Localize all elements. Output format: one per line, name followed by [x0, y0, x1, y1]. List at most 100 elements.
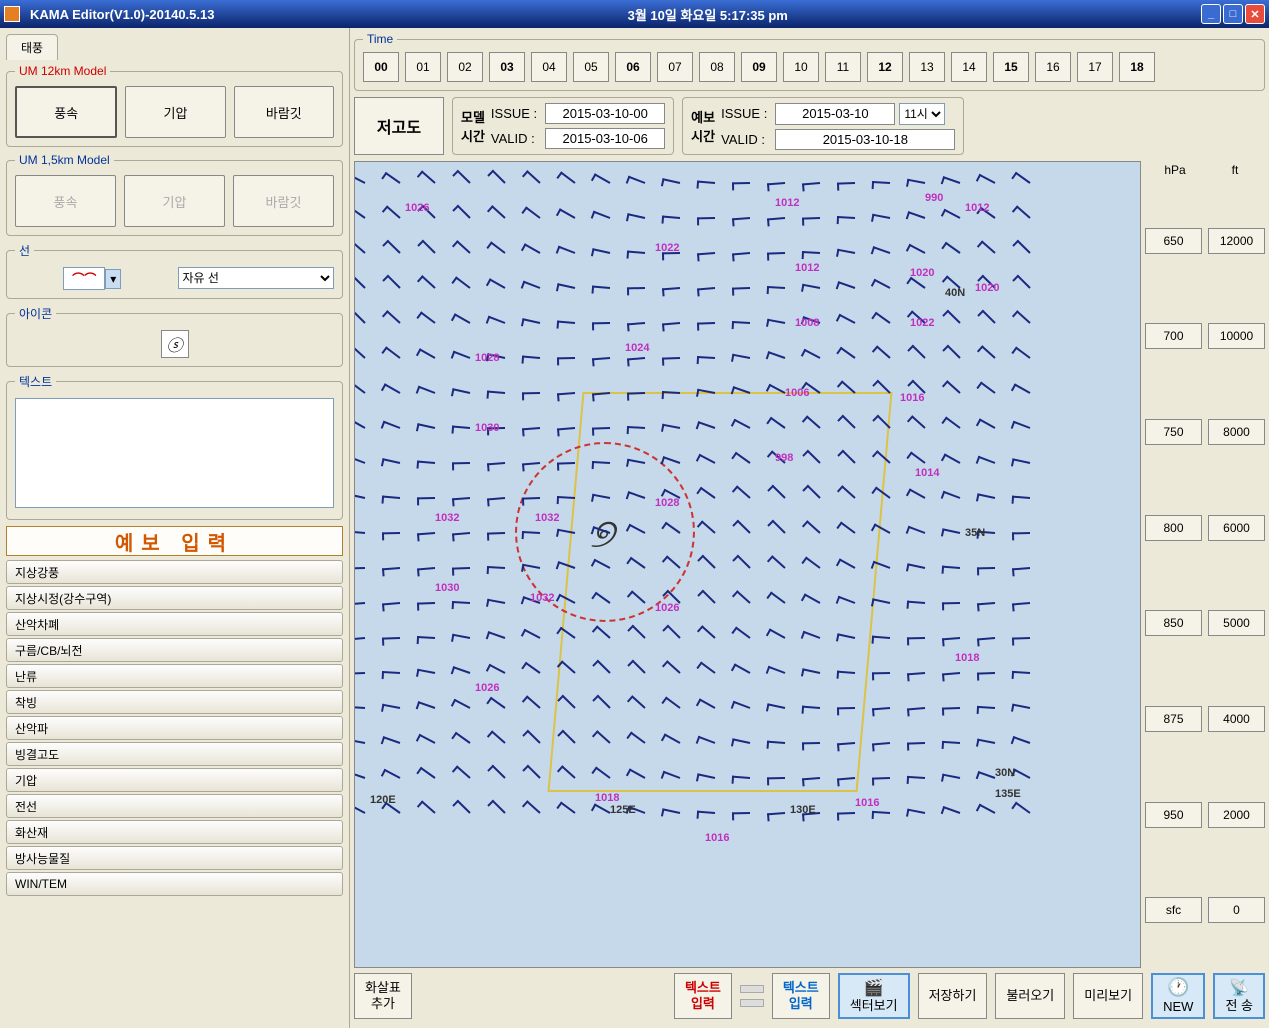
wind-barb: [942, 602, 960, 604]
wind-barb: [488, 316, 506, 324]
wind-barb: [802, 251, 820, 254]
line-symbol-select[interactable]: ⌒⌒: [63, 267, 105, 290]
sidebar-item-8[interactable]: 기압: [6, 768, 343, 792]
hpa-button-1[interactable]: 700: [1145, 323, 1202, 349]
hpa-button-6[interactable]: 950: [1145, 802, 1202, 828]
wind-barb: [732, 321, 750, 324]
wind-barb: [942, 637, 960, 640]
wind-barb: [593, 211, 611, 219]
fcst-hour-select[interactable]: 11시: [899, 103, 945, 125]
lon-label: 120E: [370, 794, 396, 806]
close-button[interactable]: ✕: [1245, 4, 1265, 24]
sector-view-button[interactable]: 🎬 섹터보기: [838, 973, 910, 1019]
send-button[interactable]: 📡 전 송: [1213, 973, 1265, 1019]
wind-barb: [421, 170, 436, 183]
btn-windbarb-15[interactable]: 바람깃: [233, 175, 334, 227]
arrow-add-button[interactable]: 화살표 추가: [354, 973, 412, 1019]
hpa-button-5[interactable]: 875: [1145, 706, 1202, 732]
fcst-issue-value: 2015-03-10: [775, 103, 895, 125]
sidebar-item-3[interactable]: 구름/CB/뇌전: [6, 638, 343, 662]
text-input-button-1[interactable]: 텍스트 입력: [674, 973, 732, 1019]
wind-barb: [559, 208, 576, 219]
ft-button-1[interactable]: 10000: [1208, 323, 1265, 349]
sidebar-item-11[interactable]: 방사능물질: [6, 846, 343, 870]
btn-pressure-15[interactable]: 기압: [124, 175, 225, 227]
hpa-button-3[interactable]: 800: [1145, 515, 1202, 541]
time-button-15[interactable]: 15: [993, 52, 1029, 82]
ft-button-7[interactable]: 0: [1208, 897, 1265, 923]
time-button-14[interactable]: 14: [951, 52, 987, 82]
sidebar-item-6[interactable]: 산악파: [6, 716, 343, 740]
text-input[interactable]: [15, 398, 334, 508]
ft-button-5[interactable]: 4000: [1208, 706, 1265, 732]
sidebar-item-12[interactable]: WIN/TEM: [6, 872, 343, 896]
sidebar-item-5[interactable]: 착빙: [6, 690, 343, 714]
ft-button-0[interactable]: 12000: [1208, 228, 1265, 254]
time-button-06[interactable]: 06: [615, 52, 651, 82]
wind-barb: [489, 278, 506, 289]
time-button-10[interactable]: 10: [783, 52, 819, 82]
btn-windspeed-15[interactable]: 풍속: [15, 175, 116, 227]
text-input-button-2[interactable]: 텍스트 입력: [772, 973, 830, 1019]
forecast-input-button[interactable]: 예보 입력: [6, 526, 343, 556]
time-button-08[interactable]: 08: [699, 52, 735, 82]
sidebar-item-7[interactable]: 빙결고도: [6, 742, 343, 766]
preview-button[interactable]: 미리보기: [1073, 973, 1143, 1019]
time-button-12[interactable]: 12: [867, 52, 903, 82]
wind-barb: [558, 246, 576, 254]
tab-typhoon[interactable]: 태풍: [6, 34, 58, 60]
wind-barb: [977, 637, 995, 640]
time-button-03[interactable]: 03: [489, 52, 525, 82]
time-button-16[interactable]: 16: [1035, 52, 1071, 82]
time-button-05[interactable]: 05: [573, 52, 609, 82]
btn-windspeed-12[interactable]: 풍속: [15, 86, 117, 138]
sidebar-item-4[interactable]: 난류: [6, 664, 343, 688]
wind-barb: [802, 284, 820, 289]
hpa-button-0[interactable]: 650: [1145, 228, 1202, 254]
ft-button-2[interactable]: 8000: [1208, 419, 1265, 445]
time-button-04[interactable]: 04: [531, 52, 567, 82]
line-type-select[interactable]: 자유 선: [178, 267, 335, 289]
btn-windbarb-12[interactable]: 바람깃: [234, 86, 334, 138]
ft-button-3[interactable]: 6000: [1208, 515, 1265, 541]
maximize-button[interactable]: □: [1223, 4, 1243, 24]
wind-barb: [354, 637, 365, 640]
time-button-13[interactable]: 13: [909, 52, 945, 82]
time-button-17[interactable]: 17: [1077, 52, 1113, 82]
minimize-button[interactable]: _: [1201, 4, 1221, 24]
sidebar-item-2[interactable]: 산악차폐: [6, 612, 343, 636]
time-button-07[interactable]: 07: [657, 52, 693, 82]
time-button-00[interactable]: 00: [363, 52, 399, 82]
icon-select-button[interactable]: ⓢ: [161, 330, 189, 358]
wind-barb: [592, 357, 610, 360]
wind-barb: [732, 182, 750, 184]
wind-barb: [487, 497, 505, 500]
map-canvas[interactable]: ୭ 10261022102410281030103210321028103010…: [354, 161, 1141, 968]
sidebar-item-9[interactable]: 전선: [6, 794, 343, 818]
isobar-label: 1030: [435, 582, 459, 594]
wind-barb: [768, 351, 786, 359]
wind-barb: [456, 240, 471, 254]
wind-barb: [732, 287, 750, 290]
time-button-18[interactable]: 18: [1119, 52, 1155, 82]
wind-barb: [627, 251, 645, 254]
time-button-01[interactable]: 01: [405, 52, 441, 82]
altitude-button[interactable]: 저고도: [354, 97, 444, 155]
btn-pressure-12[interactable]: 기압: [125, 86, 225, 138]
wind-barb: [491, 205, 506, 219]
sidebar-item-1[interactable]: 지상시정(강수구역): [6, 586, 343, 610]
sidebar-item-0[interactable]: 지상강풍: [6, 560, 343, 584]
ft-button-6[interactable]: 2000: [1208, 802, 1265, 828]
hpa-button-7[interactable]: sfc: [1145, 897, 1202, 923]
new-button[interactable]: 🕐 NEW: [1151, 973, 1205, 1019]
save-button[interactable]: 저장하기: [918, 973, 988, 1019]
time-button-11[interactable]: 11: [825, 52, 861, 82]
model-valid-value: 2015-03-10-06: [545, 128, 665, 149]
time-button-02[interactable]: 02: [447, 52, 483, 82]
hpa-button-4[interactable]: 850: [1145, 610, 1202, 636]
hpa-button-2[interactable]: 750: [1145, 419, 1202, 445]
ft-button-4[interactable]: 5000: [1208, 610, 1265, 636]
sidebar-item-10[interactable]: 화산재: [6, 820, 343, 844]
load-button[interactable]: 불러오기: [995, 973, 1065, 1019]
time-button-09[interactable]: 09: [741, 52, 777, 82]
